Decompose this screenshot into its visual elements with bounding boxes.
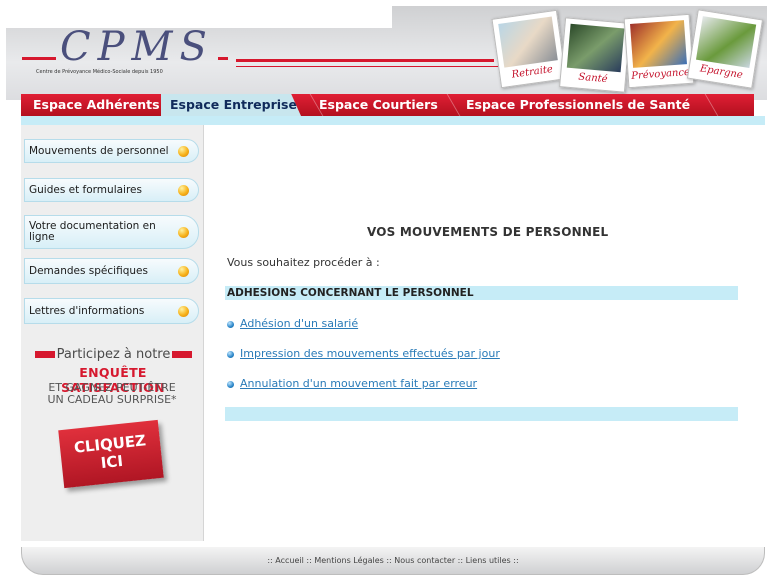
sante-photo — [566, 23, 625, 73]
polaroid-prevoyance[interactable]: Prévoyance — [623, 13, 695, 89]
promo-bar-left — [34, 351, 55, 358]
promo-bar-right — [172, 351, 193, 358]
logo-tagline: Centre de Prévoyance Médico-Sociale depu… — [36, 69, 163, 75]
blue-dot-icon — [227, 321, 234, 328]
sidebar-item-lettres-informations[interactable]: Lettres d'informations — [24, 298, 199, 324]
polaroid-retraite[interactable]: Retraite — [491, 9, 567, 89]
orange-dot-icon — [178, 146, 189, 157]
intro-text: Vous souhaitez procéder à : — [227, 256, 380, 269]
tab-separator — [446, 94, 461, 116]
tab-bar: Espace Adhérents Espace Entreprises Espa… — [21, 94, 754, 116]
sidebar-item-label: Mouvements de personnel — [29, 145, 169, 157]
link-adhesion-salarie[interactable]: Adhésion d'un salarié — [240, 317, 358, 330]
section-title: ADHESIONS CONCERNANT LE PERSONNEL — [227, 287, 474, 299]
footer: :: Accueil :: Mentions Légales :: Nous c… — [21, 547, 765, 575]
polaroid-caption: Prévoyance — [630, 66, 691, 82]
orange-dot-icon — [178, 185, 189, 196]
cpms-logo[interactable]: CPMS Centre de Prévoyance Médico-Sociale… — [22, 24, 242, 90]
sidebar-item-documentation-en-ligne[interactable]: Votre documentation en ligne — [24, 215, 199, 249]
tab-espace-professionnels-sante[interactable]: Espace Professionnels de Santé — [466, 94, 690, 116]
header-red-line-thin — [236, 66, 504, 67]
section-footer-bar — [225, 407, 738, 421]
page: CPMS Centre de Prévoyance Médico-Sociale… — [0, 0, 767, 577]
promo-prize-text: ET GAGNEZ PEUT-ÊTRE UN CADEAU SURPRISE* — [27, 382, 197, 406]
footer-link-mentions-legales[interactable]: Mentions Légales — [314, 556, 383, 565]
sidebar-item-label: Guides et formulaires — [29, 184, 142, 196]
sidebar: Mouvements de personnel Guides et formul… — [21, 125, 204, 541]
footer-suffix: :: — [510, 556, 519, 565]
sidebar-item-label: Lettres d'informations — [29, 305, 145, 317]
page-title: VOS MOUVEMENTS DE PERSONNEL — [367, 225, 609, 239]
logo-bar-right — [218, 57, 228, 60]
orange-dot-icon — [178, 266, 189, 277]
link-annulation-mouvement[interactable]: Annulation d'un mouvement fait par erreu… — [240, 377, 477, 390]
blue-dot-icon — [227, 381, 234, 388]
content-top-strip — [21, 116, 765, 125]
logo-bar-left — [22, 57, 56, 60]
tab-espace-adherents[interactable]: Espace Adhérents — [33, 94, 160, 116]
section-header: ADHESIONS CONCERNANT LE PERSONNEL — [225, 286, 738, 300]
logo-text: CPMS — [60, 24, 214, 70]
polaroid-sante[interactable]: Santé — [559, 17, 631, 93]
retraite-photo — [498, 16, 558, 68]
promo-prize-line2: UN CADEAU SURPRISE* — [47, 393, 177, 406]
footer-separator: :: — [455, 556, 466, 565]
footer-link-nous-contacter[interactable]: Nous contacter — [394, 556, 455, 565]
sidebar-item-guides-formulaires[interactable]: Guides et formulaires — [24, 178, 199, 202]
orange-dot-icon — [178, 306, 189, 317]
header-red-line — [236, 59, 494, 62]
promo-heading-text: Participez à notre — [56, 347, 171, 362]
polaroid-caption: Santé — [577, 71, 608, 86]
footer-link-liens-utiles[interactable]: Liens utiles — [466, 556, 511, 565]
sidebar-item-label: Demandes spécifiques — [29, 265, 148, 277]
epargne-photo — [695, 16, 757, 69]
sidebar-item-mouvements-personnel[interactable]: Mouvements de personnel — [24, 139, 199, 163]
sidebar-item-demandes-specifiques[interactable]: Demandes spécifiques — [24, 258, 199, 284]
footer-link-accueil[interactable]: Accueil — [275, 556, 304, 565]
main-content: VOS MOUVEMENTS DE PERSONNEL Vous souhait… — [205, 125, 765, 541]
tab-separator — [704, 94, 719, 116]
cliquez-ici-button[interactable]: CLIQUEZ ICI — [58, 419, 164, 489]
orange-dot-icon — [178, 227, 189, 238]
prevoyance-photo — [630, 20, 687, 68]
tab-espace-entreprises[interactable]: Espace Entreprises — [161, 94, 301, 116]
footer-separator: :: — [383, 556, 395, 565]
promo-heading: Participez à notre — [31, 347, 196, 362]
footer-links: :: Accueil :: Mentions Légales :: Nous c… — [22, 556, 764, 565]
sidebar-item-label: Votre documentation en ligne — [29, 220, 156, 243]
polaroid-epargne[interactable]: Epargne — [686, 9, 764, 89]
footer-separator: :: — [303, 556, 315, 565]
blue-dot-icon — [227, 351, 234, 358]
tab-espace-courtiers[interactable]: Espace Courtiers — [319, 94, 438, 116]
link-impression-mouvements[interactable]: Impression des mouvements effectués par … — [240, 347, 500, 360]
